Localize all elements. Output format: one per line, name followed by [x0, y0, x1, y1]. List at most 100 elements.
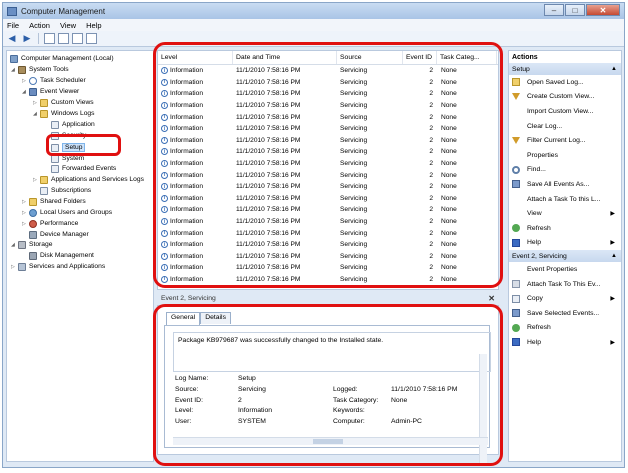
action-clear-log[interactable]: Clear Log...: [509, 119, 621, 134]
tree-item-event-viewer[interactable]: ◢ Event Viewer: [22, 86, 79, 97]
column-task-category[interactable]: Task Categ...: [437, 51, 497, 64]
expand-arrow-icon[interactable]: ▷: [22, 210, 29, 216]
tree-item-services-apps[interactable]: ▷ Services and Applications: [11, 261, 105, 272]
show-hide-tree-icon[interactable]: [58, 33, 69, 44]
action-import-custom-view[interactable]: Import Custom View...: [509, 104, 621, 119]
column-date-time[interactable]: Date and Time: [233, 51, 337, 64]
table-row[interactable]: i Information 11/1/2010 7:58:16 PM Servicin…: [158, 146, 498, 158]
close-icon[interactable]: ✕: [488, 294, 495, 303]
table-row[interactable]: i Information 11/1/2010 7:58:16 PM Servicin…: [158, 251, 498, 263]
tree-item-security[interactable]: Security: [51, 130, 86, 141]
table-row[interactable]: i Information 11/1/2010 7:58:16 PM Servicin…: [158, 216, 498, 228]
tree-item-root[interactable]: Computer Management (Local): [10, 53, 114, 64]
date-cell: 11/1/2010 7:58:16 PM: [236, 78, 301, 86]
back-arrow-icon[interactable]: ◀: [6, 33, 18, 45]
event-actions-list: Event Properties Attach Task To This Ev..…: [509, 262, 621, 350]
table-row[interactable]: i Information 11/1/2010 7:58:16 PM Servicin…: [158, 193, 498, 205]
table-row[interactable]: i Information 11/1/2010 7:58:16 PM Servicin…: [158, 239, 498, 251]
action-refresh[interactable]: Refresh: [509, 321, 621, 336]
table-row[interactable]: i Information 11/1/2010 7:58:16 PM Servicin…: [158, 135, 498, 147]
action-filter-current-log[interactable]: Filter Current Log...: [509, 133, 621, 148]
action-event-properties[interactable]: Event Properties: [509, 262, 621, 277]
tree-item-system-tools[interactable]: ◢ System Tools: [11, 64, 69, 75]
filter-icon: [512, 137, 520, 145]
action-save-selected-events[interactable]: Save Selected Events...: [509, 306, 621, 321]
detail-horizontal-scrollbar[interactable]: [173, 437, 488, 445]
table-row[interactable]: i Information 11/1/2010 7:58:16 PM Servicin…: [158, 158, 498, 170]
collapse-caret-icon[interactable]: ▲: [611, 66, 617, 72]
column-level[interactable]: Level: [158, 51, 233, 64]
table-row[interactable]: i Information 11/1/2010 7:58:16 PM Servicin…: [158, 227, 498, 239]
action-open-saved-log[interactable]: Open Saved Log...: [509, 75, 621, 90]
tree-item-setup[interactable]: Setup: [51, 142, 86, 153]
tree-item-apps-services-logs[interactable]: ▷ Applications and Services Logs: [33, 174, 144, 185]
table-row[interactable]: i Information 11/1/2010 7:58:16 PM Servicin…: [158, 123, 498, 135]
event-message[interactable]: Package KB979687 was successfully change…: [173, 332, 491, 372]
actions-group-event[interactable]: Event 2, Servicing ▲: [509, 250, 621, 263]
maximize-button[interactable]: □: [565, 4, 585, 16]
tree-item-local-users[interactable]: ▷ Local Users and Groups: [22, 207, 112, 218]
table-row[interactable]: i Information 11/1/2010 7:58:16 PM Servicin…: [158, 262, 498, 274]
tab-details[interactable]: Details: [200, 312, 231, 324]
action-attach-a-task-to-this-l[interactable]: Attach a Task To this L...: [509, 192, 621, 207]
expand-arrow-icon[interactable]: ▷: [33, 100, 40, 106]
help-icon[interactable]: [72, 33, 83, 44]
action-label: Save All Events As...: [527, 180, 590, 188]
column-event-id[interactable]: Event ID: [403, 51, 437, 64]
expand-arrow-icon[interactable]: ▷: [11, 264, 18, 270]
up-folder-icon[interactable]: [44, 33, 55, 44]
menu-view[interactable]: View: [60, 21, 76, 30]
minimize-button[interactable]: –: [544, 4, 564, 16]
tree-item-forwarded-events[interactable]: Forwarded Events: [51, 163, 116, 174]
action-create-custom-view[interactable]: Create Custom View...: [509, 90, 621, 105]
menu-action[interactable]: Action: [29, 21, 50, 30]
action-save-all-events-as[interactable]: Save All Events As...: [509, 177, 621, 192]
table-row[interactable]: i Information 11/1/2010 7:58:16 PM Servicin…: [158, 274, 498, 286]
tree-item-subscriptions[interactable]: Subscriptions: [40, 185, 91, 196]
table-row[interactable]: i Information 11/1/2010 7:58:16 PM Servicin…: [158, 204, 498, 216]
action-help[interactable]: Help ▶: [509, 236, 621, 251]
expand-arrow-icon[interactable]: ▷: [33, 177, 40, 183]
scroll-thumb[interactable]: [313, 439, 343, 444]
tree-item-performance[interactable]: ▷ Performance: [22, 218, 78, 229]
table-row[interactable]: i Information 11/1/2010 7:58:16 PM Servicin…: [158, 88, 498, 100]
action-properties[interactable]: Properties: [509, 148, 621, 163]
tree-item-shared-folders[interactable]: ▷ Shared Folders: [22, 196, 86, 207]
tab-general[interactable]: General: [166, 312, 201, 325]
actions-group-setup[interactable]: Setup ▲: [509, 63, 621, 75]
expand-arrow-icon[interactable]: ▷: [22, 221, 29, 227]
table-row[interactable]: i Information 11/1/2010 7:58:16 PM Servicin…: [158, 65, 498, 77]
expand-arrow-icon[interactable]: ▷: [22, 78, 29, 84]
table-row[interactable]: i Information 11/1/2010 7:58:16 PM Servicin…: [158, 111, 498, 123]
column-source[interactable]: Source: [337, 51, 403, 64]
collapse-arrow-icon[interactable]: ◢: [33, 111, 40, 117]
show-hide-action-pane-icon[interactable]: [86, 33, 97, 44]
tree-item-task-scheduler[interactable]: ▷ Task Scheduler: [22, 75, 86, 86]
event-id-value: 2: [238, 396, 242, 404]
tree-item-disk-management[interactable]: Disk Management: [29, 250, 94, 261]
detail-vertical-scrollbar[interactable]: [479, 354, 487, 466]
table-row[interactable]: i Information 11/1/2010 7:58:16 PM Servicin…: [158, 77, 498, 89]
action-find[interactable]: Find...: [509, 163, 621, 178]
menu-help[interactable]: Help: [86, 21, 101, 30]
close-button[interactable]: ✕: [586, 4, 620, 16]
action-refresh[interactable]: Refresh: [509, 221, 621, 236]
action-help[interactable]: Help ▶: [509, 335, 621, 350]
action-attach-task-to-this-ev[interactable]: Attach Task To This Ev...: [509, 277, 621, 292]
forward-arrow-icon[interactable]: ▶: [21, 33, 33, 45]
table-row[interactable]: i Information 11/1/2010 7:58:16 PM Servicin…: [158, 181, 498, 193]
menu-file[interactable]: File: [7, 21, 19, 30]
collapse-arrow-icon[interactable]: ◢: [22, 89, 29, 95]
collapse-caret-icon[interactable]: ▲: [611, 253, 617, 259]
action-view[interactable]: View ▶: [509, 206, 621, 221]
tree-item-custom-views[interactable]: ▷ Custom Views: [33, 97, 94, 108]
table-row[interactable]: i Information 11/1/2010 7:58:16 PM Servicin…: [158, 100, 498, 112]
tree-item-windows-logs[interactable]: ◢ Windows Logs: [33, 108, 95, 119]
expand-arrow-icon[interactable]: ▷: [22, 199, 29, 205]
collapse-arrow-icon[interactable]: ◢: [11, 242, 18, 248]
collapse-arrow-icon[interactable]: ◢: [11, 67, 18, 73]
table-row[interactable]: i Information 11/1/2010 7:58:16 PM Servicin…: [158, 169, 498, 181]
tree-item-application[interactable]: Application: [51, 119, 95, 130]
action-copy[interactable]: Copy ▶: [509, 291, 621, 306]
tree-item-storage[interactable]: ◢ Storage: [11, 239, 52, 250]
